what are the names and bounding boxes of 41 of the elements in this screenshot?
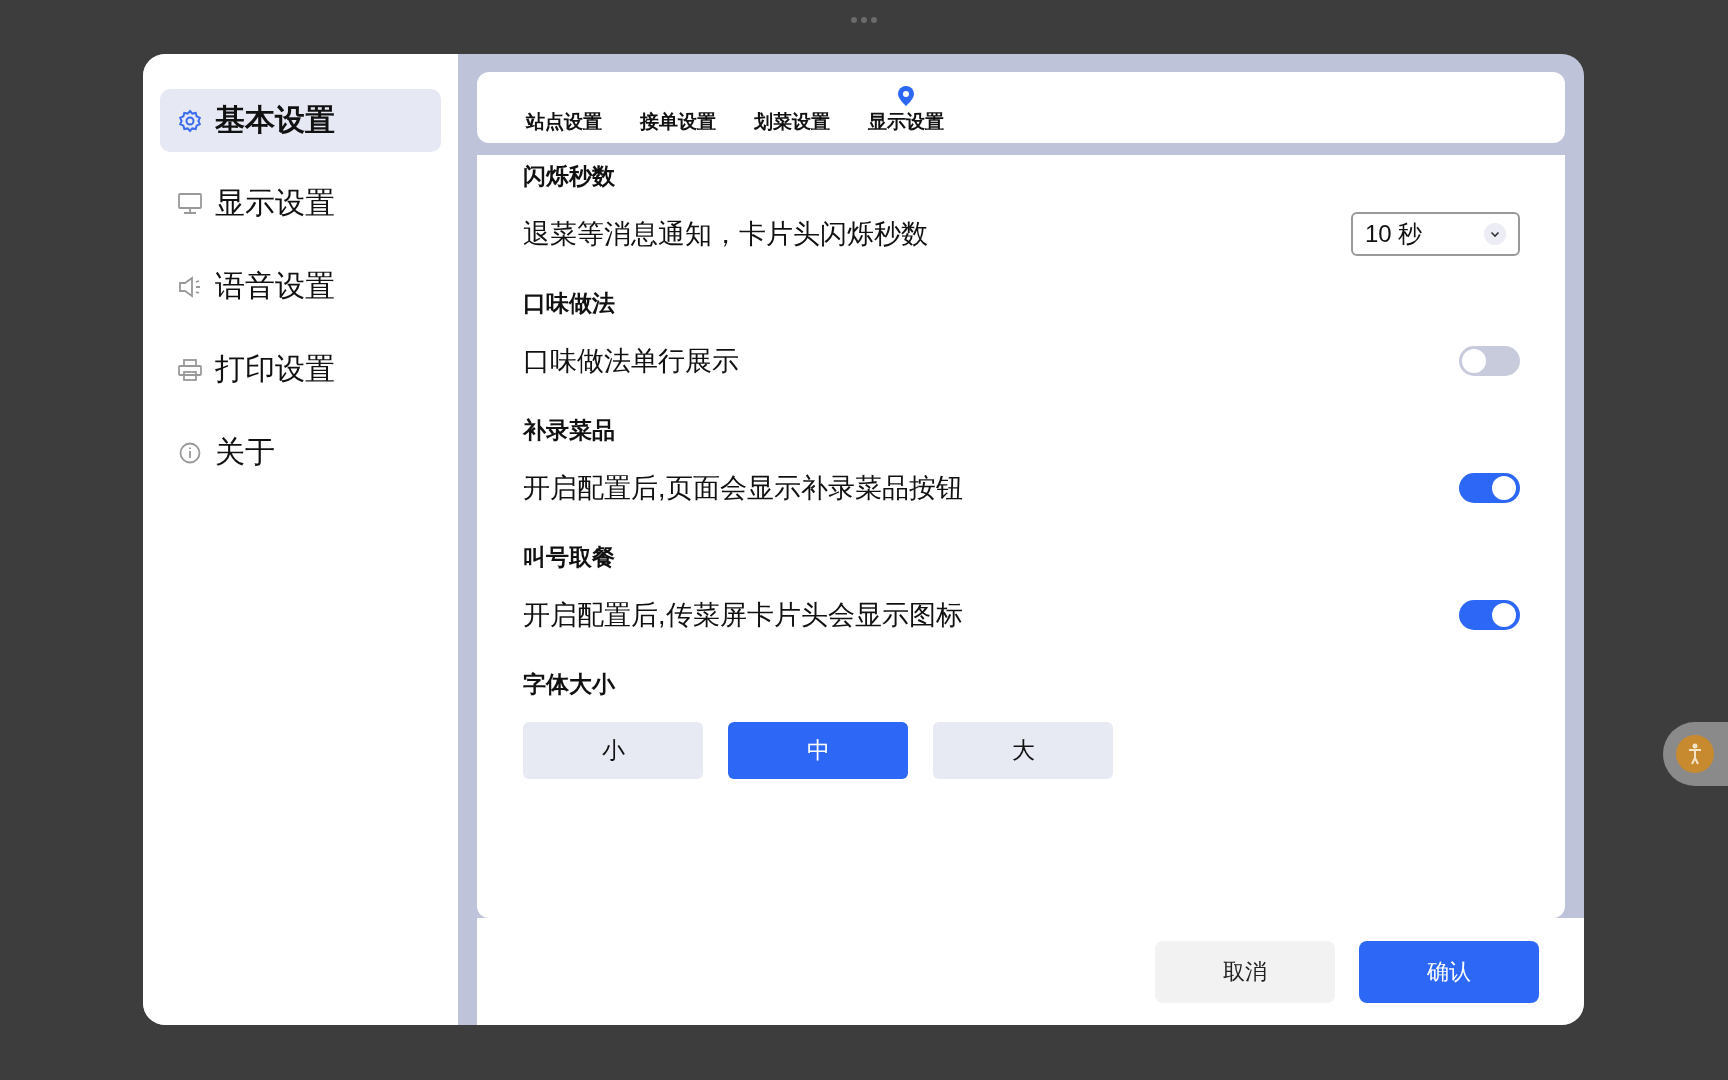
printer-icon — [178, 358, 202, 381]
tab[interactable]: 站点设置 — [507, 72, 621, 143]
section-title: 补录菜品 — [523, 416, 616, 445]
sidebar-item[interactable]: 基本设置 — [160, 89, 441, 152]
toggle-switch[interactable] — [1459, 346, 1520, 376]
font-size-option[interactable]: 小 — [523, 722, 703, 779]
section-title: 字体大小 — [523, 670, 616, 699]
sidebar-item-label: 语音设置 — [215, 268, 335, 304]
sidebar-item[interactable]: 显示设置 — [160, 172, 441, 235]
person-icon — [1675, 734, 1715, 774]
tab[interactable]: 接单设置 — [621, 72, 735, 143]
cancel-button[interactable]: 取消 — [1155, 940, 1335, 1003]
setting-label: 口味做法单行展示 — [523, 345, 739, 378]
confirm-button[interactable]: 确认 — [1359, 940, 1539, 1003]
section-title: 叫号取餐 — [523, 543, 616, 572]
setting-label: 开启配置后,页面会显示补录菜品按钮 — [523, 472, 963, 505]
sidebar-item[interactable]: 关于 — [160, 421, 441, 484]
setting-label: 开启配置后,传菜屏卡片头会显示图标 — [523, 599, 963, 632]
settings-icon — [178, 108, 202, 133]
sidebar-item[interactable]: 语音设置 — [160, 255, 441, 318]
font-size-option[interactable]: 中 — [728, 722, 908, 779]
sidebar-item-label: 关于 — [215, 434, 275, 470]
toggle-switch[interactable] — [1459, 600, 1520, 630]
speaker-icon — [178, 275, 202, 298]
sidebar-item-label: 显示设置 — [215, 185, 335, 221]
section-title: 闪烁秒数 — [523, 162, 616, 191]
seconds-dropdown[interactable]: 10 秒 — [1351, 212, 1520, 256]
sidebar-item[interactable]: 打印设置 — [160, 338, 441, 401]
monitor-icon — [178, 192, 202, 215]
tab[interactable]: 划菜设置 — [735, 72, 849, 143]
setting-label: 退菜等消息通知，卡片头闪烁秒数 — [523, 218, 928, 251]
sidebar-item-label: 基本设置 — [215, 102, 335, 138]
drag-handle-icon[interactable] — [850, 16, 878, 24]
info-icon — [179, 441, 201, 464]
accessibility-button[interactable] — [1663, 722, 1728, 786]
section-title: 口味做法 — [523, 289, 616, 318]
font-size-option[interactable]: 大 — [933, 722, 1113, 779]
toggle-switch[interactable] — [1459, 473, 1520, 503]
tab[interactable]: 显示设置 — [849, 72, 963, 143]
sidebar-item-label: 打印设置 — [215, 351, 335, 387]
location-pin-icon — [898, 85, 914, 107]
